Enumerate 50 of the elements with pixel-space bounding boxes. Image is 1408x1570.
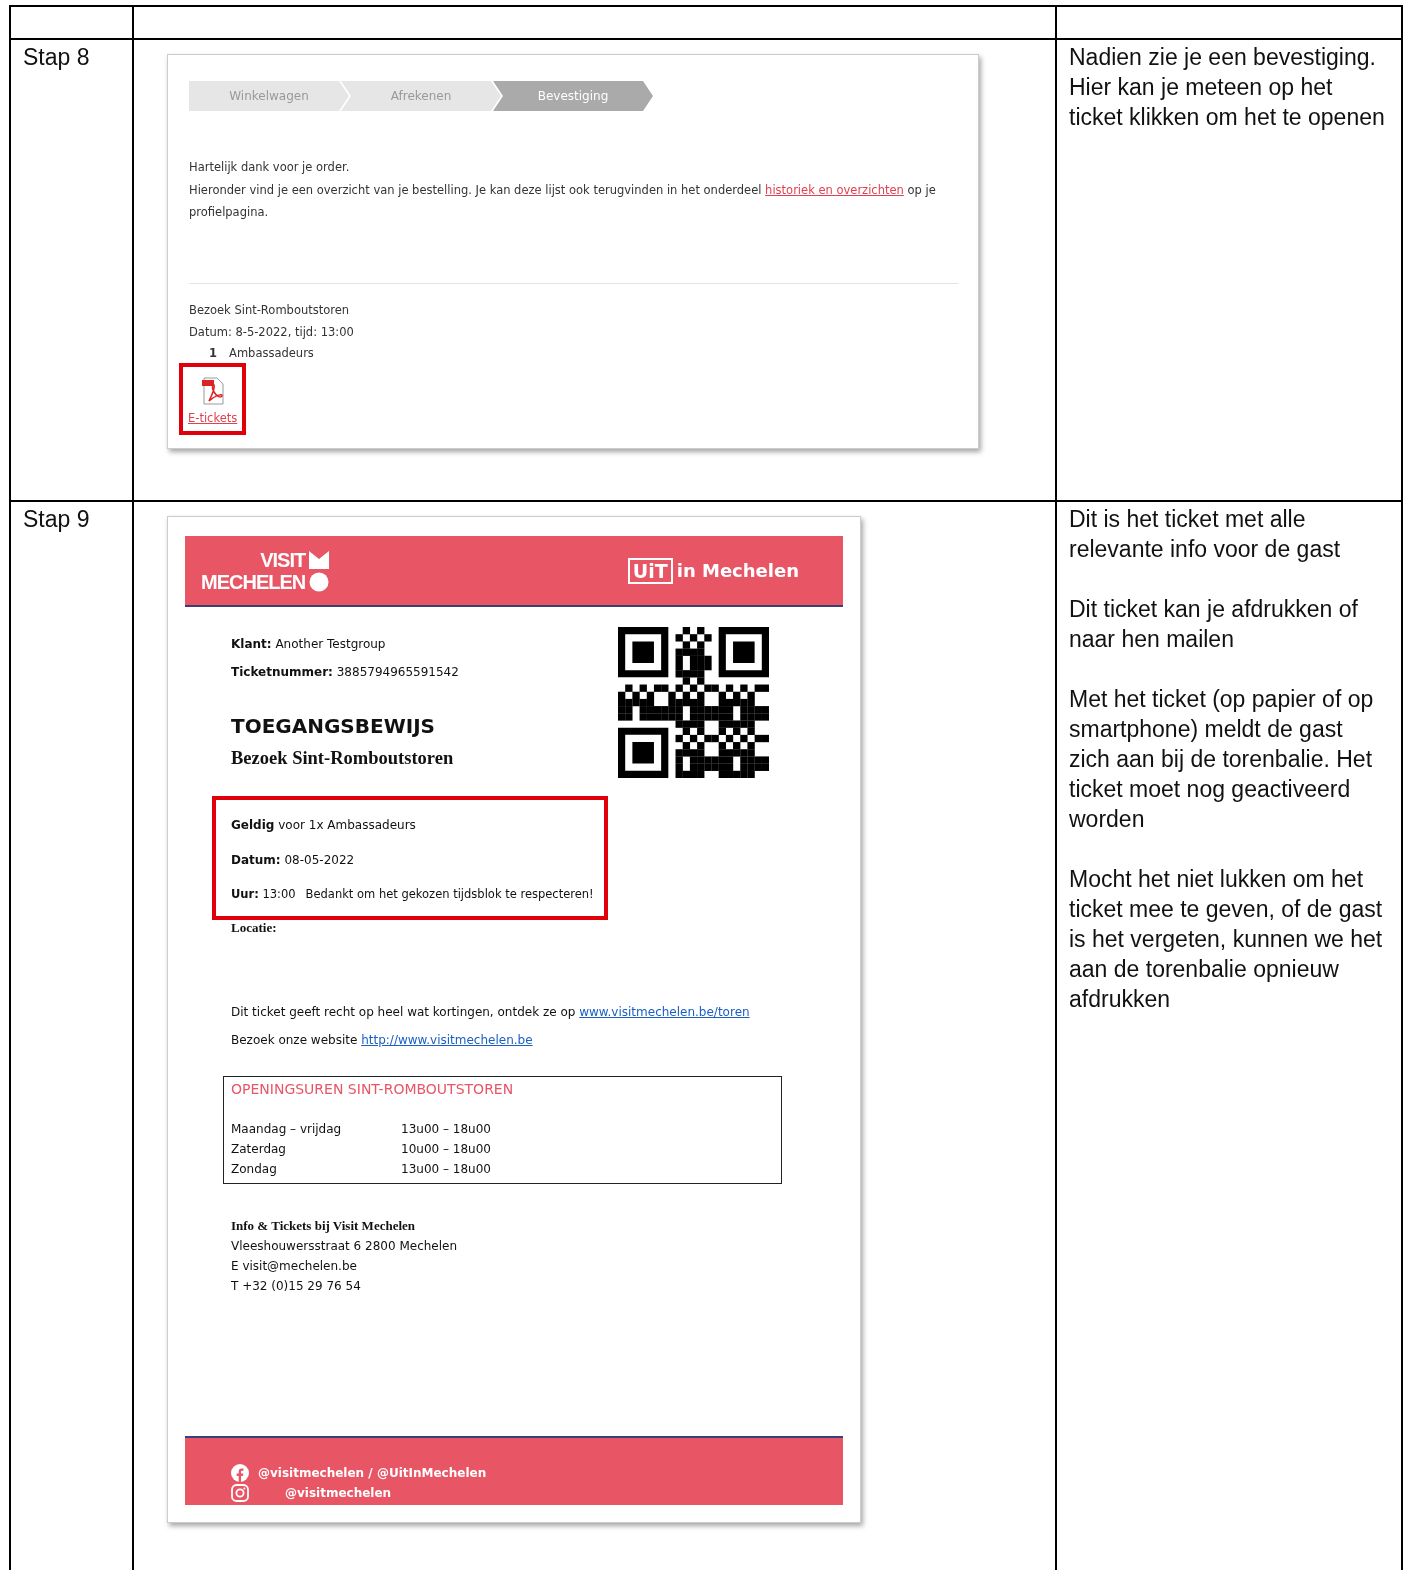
- contact-line: E visit@mechelen.be: [231, 1258, 358, 1275]
- breadcrumb-step[interactable]: Afrekenen: [341, 81, 501, 111]
- e-tickets-download[interactable]: E-tickets: [179, 363, 247, 435]
- contact-line: T +32 (0)15 29 76 54: [231, 1278, 362, 1295]
- instruction-text: Met het ticket (op papier of op smartphone) meldt de gast zich aan bij de torenbalie. Het ticket moet nog geactiveerd worden: [1069, 685, 1375, 834]
- time-text: Uur: 13:00: [231, 886, 296, 903]
- uit-in-mechelen-logo: UiT in Mechelen: [627, 557, 799, 584]
- opening-time: 13u00 – 18u00: [401, 1121, 491, 1138]
- ticket-subtitle: Bezoek Sint-Romboutstoren: [231, 748, 455, 769]
- order-date: Datum: 8-5-2022, tijd: 13:00: [189, 324, 355, 341]
- validity-text: Geldig voor 1x Ambassadeurs: [231, 817, 417, 834]
- e-tickets-link[interactable]: E-tickets: [188, 411, 238, 425]
- discount-link[interactable]: www.visitmechelen.be/toren: [579, 1005, 750, 1019]
- step-label: Stap 9: [23, 506, 90, 532]
- opening-days: Zaterdag: [231, 1139, 401, 1159]
- ticket-heading: TOEGANGSBEWIJS: [231, 714, 436, 738]
- contact-line: Vleeshouwersstraat 6 2800 Mechelen: [231, 1238, 459, 1255]
- opening-days: Maandag – vrijdag: [231, 1119, 401, 1139]
- website-link[interactable]: http://www.visitmechelen.be: [361, 1033, 533, 1047]
- timeslot-notice: Bedankt om het gekozen tijdsblok te respecteren!: [305, 886, 594, 903]
- overview-text: Hieronder vind je een overzicht van je bestelling. Je kan deze lijst ook terugvinden in het onderdeel historiek en overzichten op je profielpagina.: [189, 182, 937, 221]
- pdf-file-icon: [200, 377, 225, 405]
- opening-time: 10u00 – 18u00: [401, 1141, 491, 1158]
- discount-text: Dit ticket geeft recht op heel wat kortingen, ontdek ze op www.visitmechelen.be/toren: [231, 1004, 751, 1021]
- customer-text: Klant: Another Testgroup: [231, 636, 387, 653]
- breadcrumb-step[interactable]: Winkelwagen: [189, 81, 349, 111]
- visit-mechelen-logo: VISIT MECHELEN: [201, 548, 330, 593]
- opening-hours-title: OPENINGSUREN SINT-ROMBOUTSTOREN: [231, 1080, 515, 1099]
- ticket-type: Ambassadeurs: [229, 345, 314, 362]
- instagram-icon: [231, 1484, 249, 1502]
- breadcrumb-step[interactable]: Bevestiging: [493, 81, 653, 111]
- thanks-text: Hartelijk dank voor je order.: [189, 159, 351, 176]
- opening-time: 13u00 – 18u00: [401, 1161, 491, 1178]
- instruction-text: Nadien zie je een bevestiging. Hier kan je meteen op het ticket klikken om het te openen: [1069, 43, 1386, 132]
- info-title: Info & Tickets bij Visit Mechelen: [231, 1217, 417, 1235]
- website-text: Bezoek onze website http://www.visitmechelen.be: [231, 1032, 534, 1049]
- date-text: Datum: 08-05-2022: [231, 852, 356, 869]
- social-handle: @visitmechelen: [285, 1486, 392, 1500]
- opening-days: Zondag: [231, 1159, 401, 1179]
- ticket-quantity: 1: [209, 345, 217, 362]
- history-link[interactable]: historiek en overzichten: [765, 183, 904, 197]
- order-title: Bezoek Sint-Romboutstoren: [189, 302, 351, 319]
- ticket-number: Ticketnummer: 3885794965591542: [231, 664, 459, 681]
- instruction-text: Mocht het niet lukken om het ticket mee te geven, of de gast is het vergeten, kunnen we het aan de torenbalie opnieuw afdrukken: [1069, 865, 1384, 1014]
- instruction-text: Dit ticket kan je afdrukken of naar hen mailen: [1069, 595, 1359, 654]
- facebook-icon: [231, 1464, 249, 1482]
- location-label: Locatie:: [231, 920, 278, 936]
- social-handle: @visitmechelen / @UitInMechelen: [258, 1466, 487, 1480]
- instruction-text: Dit is het ticket met alle relevante info voor de gast: [1069, 505, 1342, 564]
- step-label: Stap 8: [23, 44, 90, 70]
